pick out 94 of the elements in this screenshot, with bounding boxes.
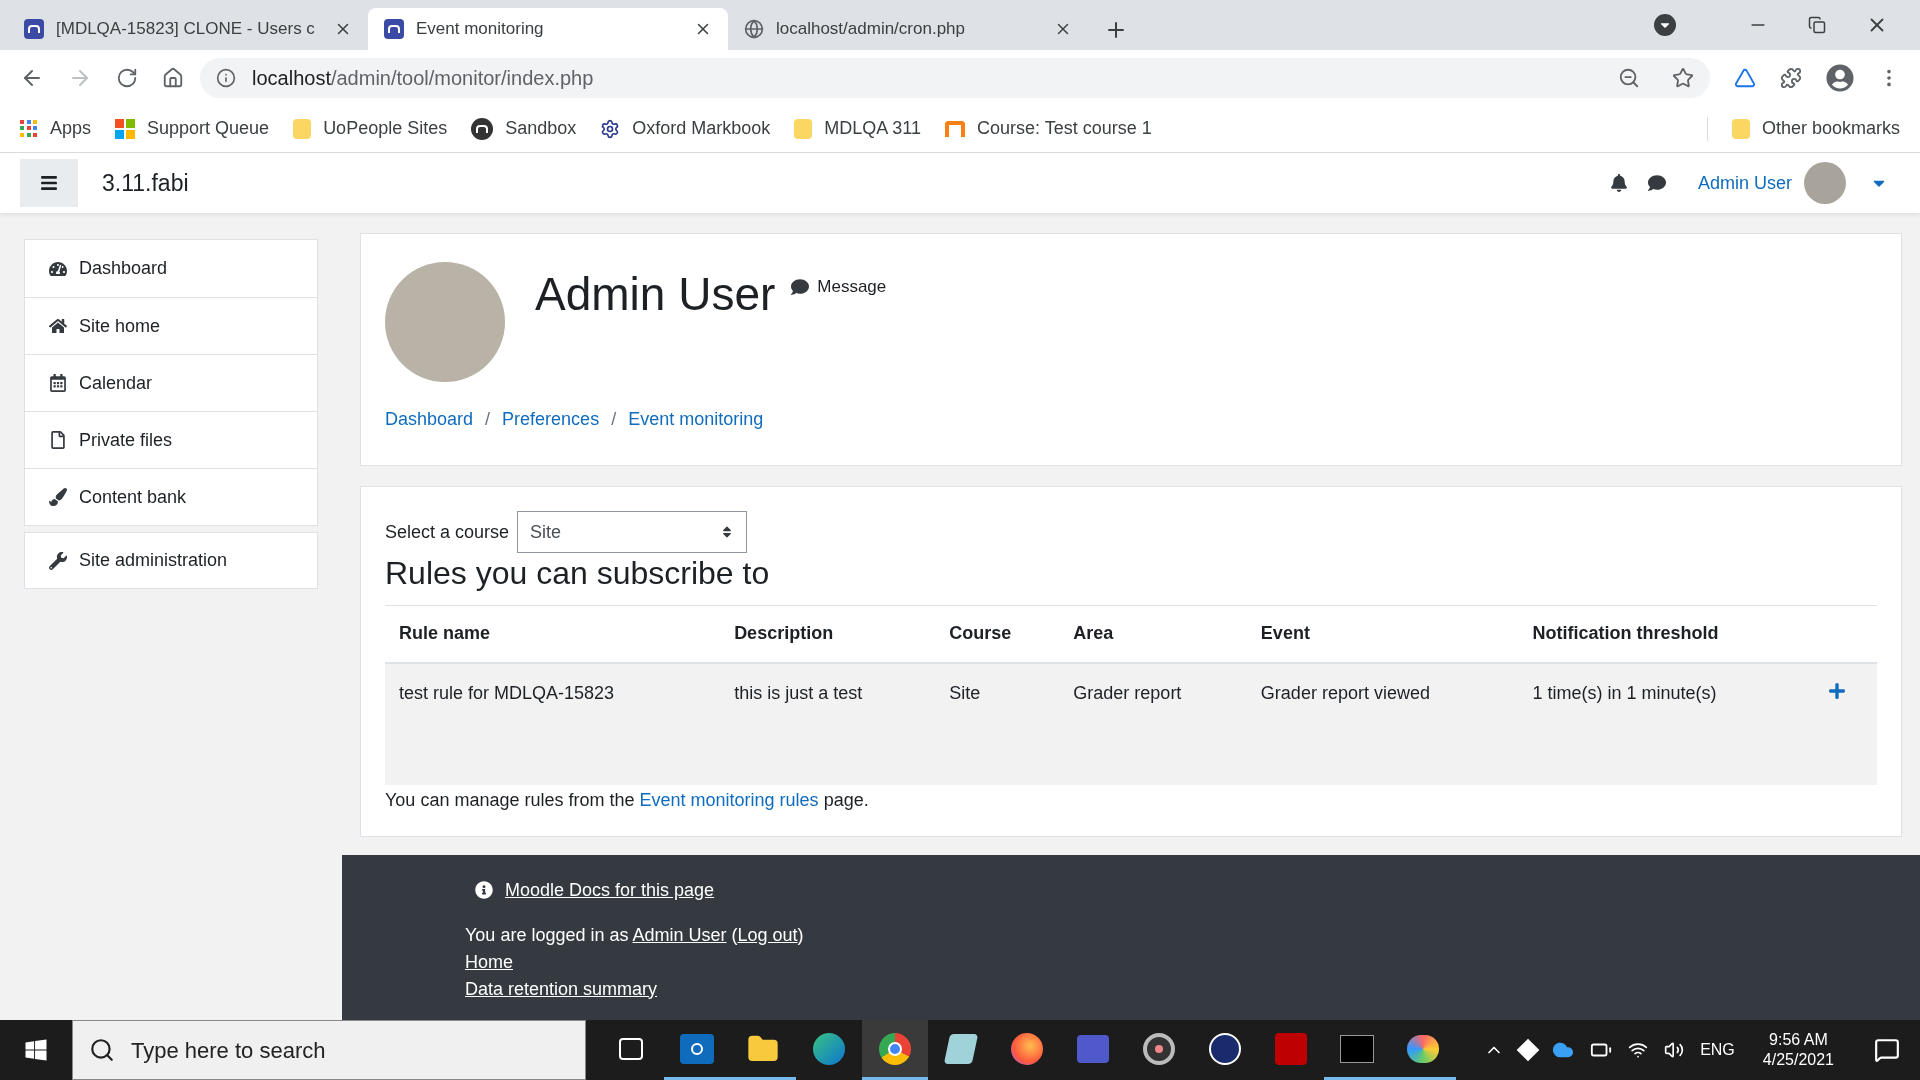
- logout-link[interactable]: Log out: [737, 924, 798, 945]
- globe-icon: [744, 19, 764, 39]
- tab-search-icon[interactable]: [1654, 14, 1676, 36]
- add-icon[interactable]: [1827, 681, 1846, 700]
- folder-icon: [1731, 118, 1750, 139]
- home-icon: [49, 317, 67, 335]
- apps-grid-icon: [20, 119, 38, 138]
- profile-icon[interactable]: [1826, 63, 1854, 92]
- table-cell: test rule for MDLQA-15823: [385, 662, 721, 785]
- four-squares-icon: [115, 118, 136, 139]
- bookmark[interactable]: Other bookmarks: [1731, 115, 1900, 142]
- docs-link[interactable]: Moodle Docs for this page: [505, 876, 715, 904]
- user-link[interactable]: Admin User: [632, 924, 727, 945]
- folder-icon: [794, 118, 813, 139]
- bookmark[interactable]: Apps: [20, 115, 92, 142]
- profile-name: Admin User: [535, 267, 776, 322]
- column-header: Notification threshold: [1518, 605, 1814, 663]
- column-header: Event: [1246, 605, 1519, 663]
- calendar-icon: [49, 374, 67, 392]
- volume-icon[interactable]: [1664, 1040, 1685, 1060]
- home-icon[interactable]: [162, 66, 184, 89]
- section-heading: Rules you can subscribe to: [385, 554, 771, 593]
- menu-toggle-button[interactable]: [20, 159, 78, 207]
- nav-item[interactable]: Site administration: [24, 532, 318, 589]
- footer-link[interactable]: Data retention summary: [465, 975, 658, 1003]
- bell-icon[interactable]: [1609, 174, 1628, 192]
- triangle-extension-icon[interactable]: [1734, 66, 1756, 89]
- browser-tab[interactable]: [MDLQA-15823] CLONE - Users c: [8, 8, 368, 50]
- chat-icon[interactable]: [1647, 174, 1666, 192]
- clock[interactable]: 9:56 AM 4/25/2021: [1762, 1030, 1834, 1070]
- info-icon: [216, 67, 236, 88]
- dashboard-icon: [49, 259, 67, 278]
- course-select[interactable]: Site: [517, 511, 748, 553]
- site-name[interactable]: 3.11.fabi: [102, 165, 189, 201]
- star-icon[interactable]: [1672, 66, 1694, 89]
- column-header: Rule name: [385, 605, 721, 663]
- table-cell: this is just a test: [720, 662, 936, 785]
- bookmark[interactable]: Course: Test course 1: [945, 115, 1152, 142]
- taskbar-search-field[interactable]: Type here to search: [72, 1020, 586, 1080]
- bookmark[interactable]: UoPeople Sites: [293, 115, 448, 142]
- brush-icon: [49, 488, 67, 506]
- fox-browser-icon[interactable]: [1011, 1032, 1043, 1065]
- table-cell: 1 time(s) in 1 minute(s): [1518, 662, 1814, 785]
- file-icon: [49, 431, 67, 449]
- column-header: Description: [720, 605, 936, 663]
- wrench-icon: [49, 551, 67, 570]
- user-menu-link[interactable]: Admin User: [1697, 169, 1792, 197]
- taskbar-app[interactable]: [862, 1020, 928, 1080]
- nav-item[interactable]: Calendar: [25, 354, 317, 411]
- search-icon: [89, 1037, 115, 1063]
- message-link[interactable]: Message: [791, 276, 887, 298]
- restore-icon[interactable]: [1808, 16, 1826, 34]
- bookmark[interactable]: MDLQA 311: [794, 115, 922, 142]
- manage-rules-note: You can manage rules from the Event monitoring rules page.: [385, 788, 870, 812]
- browser-swirl-icon[interactable]: [813, 1032, 845, 1065]
- rules-link[interactable]: Event monitoring rules: [639, 789, 819, 810]
- extensions-icon[interactable]: [1780, 66, 1802, 89]
- breadcrumb-link[interactable]: Event monitoring: [628, 406, 764, 433]
- breadcrumb-separator: /: [485, 408, 491, 431]
- notification-icon[interactable]: [1874, 1037, 1900, 1063]
- task-view-icon[interactable]: [619, 1037, 643, 1060]
- table-cell: Site: [935, 662, 1060, 785]
- nav-item[interactable]: Private files: [25, 411, 317, 468]
- breadcrumb-link[interactable]: Dashboard: [385, 406, 474, 433]
- wifi-icon[interactable]: [1628, 1040, 1649, 1060]
- field-label: Select a course: [385, 520, 510, 544]
- login-info: You are logged in as Admin User (Log out): [465, 923, 805, 947]
- bookmark[interactable]: Support Queue: [115, 115, 270, 142]
- breadcrumb-separator: /: [611, 408, 617, 431]
- menu-icon: [40, 174, 58, 192]
- nav-item[interactable]: Site home: [25, 297, 317, 354]
- chat-icon: [791, 278, 810, 296]
- footer-link[interactable]: Home: [465, 948, 513, 976]
- reload-icon[interactable]: [116, 66, 138, 89]
- bookmark[interactable]: Sandbox: [471, 115, 577, 142]
- browser-tab[interactable]: localhost/admin/cron.php: [728, 8, 1088, 50]
- gear-icon: [600, 118, 621, 139]
- bookmark[interactable]: Oxford Markbook: [600, 115, 771, 142]
- zoom-out-icon[interactable]: [1618, 66, 1640, 89]
- table-cell: Grader report: [1059, 662, 1247, 785]
- start-icon[interactable]: [24, 1038, 48, 1062]
- mail-app-icon[interactable]: [680, 1033, 714, 1064]
- table-cell: Grader report viewed: [1246, 662, 1519, 785]
- folder-icon: [293, 118, 312, 139]
- info-icon: [475, 881, 493, 899]
- breadcrumb-link[interactable]: Preferences: [502, 406, 600, 433]
- language-indicator[interactable]: ENG: [1700, 1038, 1735, 1062]
- column-header: Course: [935, 605, 1060, 663]
- address-field[interactable]: localhost/admin/tool/monitor/index.php: [200, 57, 1710, 98]
- nav-item[interactable]: Content bank: [25, 468, 317, 525]
- palette-icon[interactable]: [1407, 1034, 1439, 1063]
- column-header: Area: [1059, 605, 1247, 663]
- browser-tab[interactable]: Event monitoring: [368, 8, 728, 50]
- nav-item[interactable]: Dashboard: [25, 240, 317, 297]
